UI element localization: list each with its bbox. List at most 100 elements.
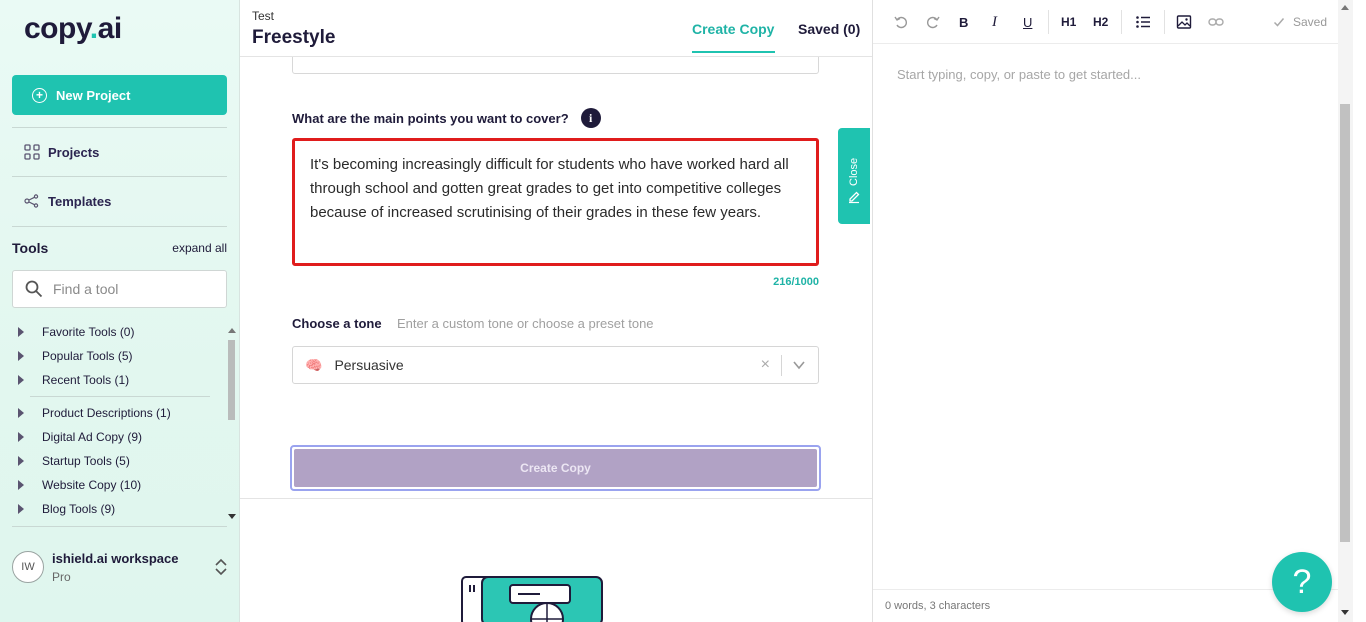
tool-list-scrollbar[interactable] <box>226 326 236 522</box>
tool-group-popular[interactable]: Popular Tools (5) <box>12 344 222 368</box>
workspace-switcher[interactable]: IW ishield.ai workspace Pro <box>0 532 240 622</box>
logo-suffix: ai <box>97 12 123 45</box>
tool-group-label: Product Descriptions (1) <box>42 406 171 420</box>
save-status-label: Saved <box>1293 15 1328 29</box>
main-points-textarea[interactable]: It's becoming increasingly difficult for… <box>292 138 819 266</box>
pencil-icon <box>849 191 860 204</box>
scroll-up-arrow-icon[interactable] <box>1341 5 1349 10</box>
caret-right-icon <box>18 351 24 361</box>
tab-saved[interactable]: Saved (0) <box>798 21 860 37</box>
tool-group-blog-tools[interactable]: Blog Tools (9) <box>12 497 222 521</box>
scroll-down-arrow-icon[interactable] <box>1341 610 1349 615</box>
copyai-logo[interactable]: copy.ai <box>24 12 122 46</box>
close-tab-label: Close <box>848 157 860 186</box>
chevron-down-icon[interactable] <box>792 358 806 372</box>
main-panel: Test Freestyle Create Copy Saved (0) Wha… <box>240 0 872 622</box>
link-icon[interactable] <box>1208 13 1224 31</box>
tool-list: Favorite Tools (0) Popular Tools (5) Rec… <box>12 320 222 521</box>
tool-group-favorite[interactable]: Favorite Tools (0) <box>12 320 222 344</box>
find-tool-input[interactable] <box>53 281 213 297</box>
tool-group-label: Recent Tools (1) <box>42 373 130 387</box>
tone-selected-value: Persuasive <box>334 357 404 373</box>
close-panel-tab[interactable]: Close <box>838 128 870 224</box>
logo-dot: . <box>89 12 98 45</box>
tools-header: Tools expand all <box>12 240 227 256</box>
editor-footer: 0 words, 3 characters <box>873 589 1338 622</box>
scroll-down-arrow-icon[interactable] <box>228 514 236 519</box>
sidebar-divider <box>12 127 227 128</box>
tool-group-digital-ad-copy[interactable]: Digital Ad Copy (9) <box>12 425 222 449</box>
redo-icon[interactable] <box>925 13 941 31</box>
tab-create-copy[interactable]: Create Copy <box>692 21 775 53</box>
tool-group-label: Popular Tools (5) <box>42 349 133 363</box>
tools-title: Tools <box>12 240 49 256</box>
bullet-list-icon[interactable] <box>1135 13 1151 31</box>
tool-list-divider <box>30 396 210 397</box>
sidebar-item-templates[interactable]: Templates <box>24 193 111 209</box>
info-icon[interactable]: i <box>580 108 601 128</box>
breadcrumb[interactable]: Test <box>252 9 274 23</box>
logo-text: copy <box>24 12 90 45</box>
sidebar-divider <box>12 226 227 227</box>
sidebar-item-label: Templates <box>48 193 112 209</box>
tone-select[interactable]: 🧠 Persuasive × <box>292 346 819 384</box>
scrollbar-thumb[interactable] <box>1340 104 1350 542</box>
italic-button[interactable]: I <box>992 13 997 31</box>
toolbar-divider <box>1121 10 1122 34</box>
clear-icon[interactable]: × <box>761 356 770 374</box>
select-divider <box>781 355 782 376</box>
tool-group-recent[interactable]: Recent Tools (1) <box>12 368 222 392</box>
toolbar-divider <box>1164 10 1165 34</box>
bold-button[interactable]: B <box>959 13 968 31</box>
active-tab-indicator <box>692 51 775 53</box>
grid-icon <box>24 144 40 160</box>
caret-right-icon <box>18 432 24 442</box>
tool-group-product-descriptions[interactable]: Product Descriptions (1) <box>12 401 222 425</box>
section-divider <box>240 498 872 499</box>
computer-illustration <box>461 576 603 622</box>
editor-content[interactable]: Start typing, copy, or paste to get star… <box>897 67 1141 82</box>
expand-all-link[interactable]: expand all <box>172 241 227 255</box>
undo-icon[interactable] <box>893 13 909 31</box>
tool-group-label: Startup Tools (5) <box>42 454 130 468</box>
tool-group-label: Blog Tools (9) <box>42 502 116 516</box>
heading1-button[interactable]: H1 <box>1061 13 1076 31</box>
avatar: IW <box>12 551 44 583</box>
caret-right-icon <box>18 480 24 490</box>
tool-group-website-copy[interactable]: Website Copy (10) <box>12 473 222 497</box>
sidebar-divider <box>12 176 227 177</box>
tool-group-startup-tools[interactable]: Startup Tools (5) <box>12 449 222 473</box>
save-status: Saved <box>1273 15 1327 29</box>
tab-label: Create Copy <box>692 21 775 37</box>
toolbar-divider <box>1048 10 1049 34</box>
scrollbar-thumb[interactable] <box>228 340 235 420</box>
tool-group-label: Website Copy (10) <box>42 478 142 492</box>
create-copy-button[interactable]: Create Copy <box>290 445 821 491</box>
workspace-name: ishield.ai workspace <box>52 551 179 566</box>
editor-panel: B I U H1 H2 Saved Start typing, copy, or… <box>872 0 1366 622</box>
image-icon[interactable] <box>1176 13 1192 31</box>
word-count: 0 words, 3 characters <box>885 600 991 612</box>
character-counter: 216/1000 <box>773 276 819 288</box>
caret-right-icon <box>18 327 24 337</box>
find-tool-field[interactable] <box>12 270 227 308</box>
chevron-up-down-icon[interactable] <box>214 557 228 577</box>
sidebar: copy.ai + New Project Projects Templates… <box>0 0 240 622</box>
search-icon <box>25 280 43 298</box>
tone-hint: Enter a custom tone or choose a preset t… <box>397 316 654 331</box>
editor-scrollbar[interactable] <box>1338 0 1353 622</box>
tone-label: Choose a tone <box>292 316 382 331</box>
new-project-button[interactable]: + New Project <box>12 75 227 115</box>
workspace-plan: Pro <box>52 570 71 584</box>
caret-right-icon <box>18 456 24 466</box>
caret-right-icon <box>18 408 24 418</box>
check-icon <box>1273 18 1285 27</box>
editor-toolbar: B I U H1 H2 Saved <box>873 0 1338 44</box>
scroll-up-arrow-icon[interactable] <box>228 328 236 333</box>
sidebar-item-projects[interactable]: Projects <box>24 144 99 160</box>
help-button[interactable]: ? <box>1272 552 1332 612</box>
plus-circle-icon: + <box>32 87 47 103</box>
main-points-label: What are the main points you want to cov… <box>292 108 601 128</box>
underline-button[interactable]: U <box>1023 13 1032 31</box>
heading2-button[interactable]: H2 <box>1093 13 1108 31</box>
